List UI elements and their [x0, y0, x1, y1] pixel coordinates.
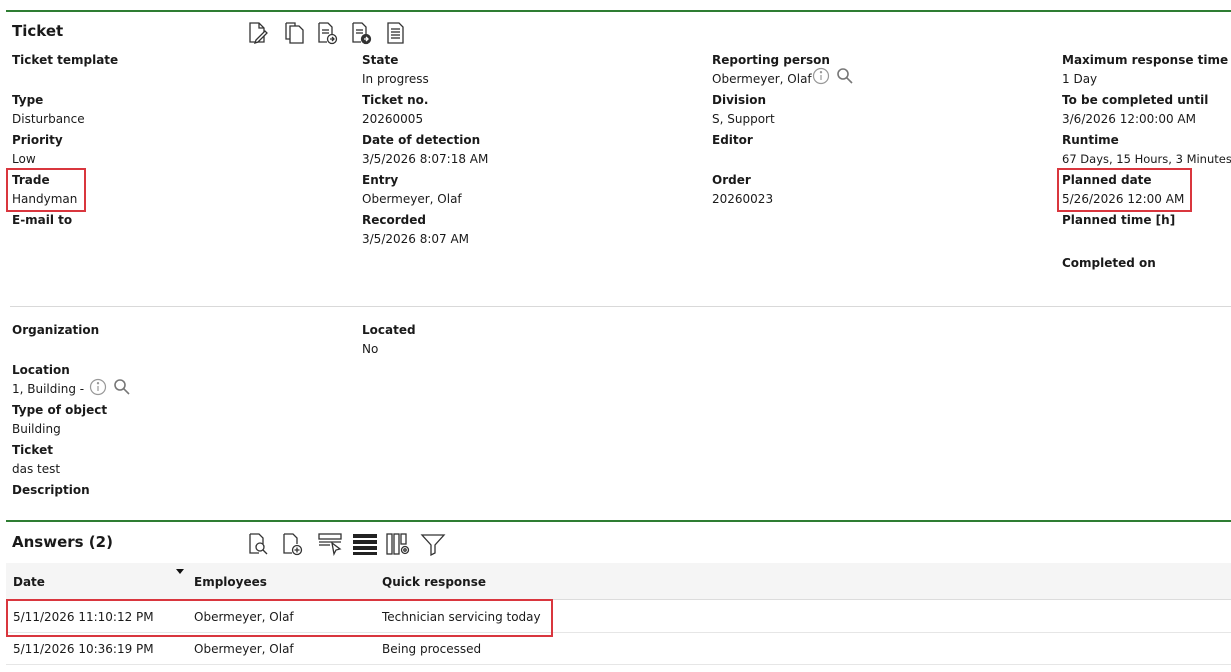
field-value-state: In progress [362, 72, 429, 86]
add-document-icon[interactable] [281, 532, 303, 556]
answers-section-top-border [6, 520, 1231, 522]
cell-quick-response: Being processed [382, 642, 482, 656]
field-value-reporting-person: Obermeyer, Olaf [712, 72, 812, 86]
field-label-ticket-template: Ticket template [12, 53, 119, 67]
field-value-order: 20260023 [712, 192, 774, 206]
field-label-email-to: E-mail to [12, 213, 73, 227]
filter-icon[interactable] [420, 532, 446, 556]
field-label-priority: Priority [12, 133, 63, 147]
field-value-maximum-response-time: 1 Day [1062, 72, 1098, 86]
field-label-entry: Entry [362, 173, 399, 187]
sort-descending-icon[interactable] [176, 569, 184, 574]
field-label-ticket-no: Ticket no. [362, 93, 429, 107]
document-forward-alt-icon[interactable] [350, 21, 372, 45]
field-label-order: Order [712, 173, 751, 187]
field-label-reporting-person: Reporting person [712, 53, 830, 67]
field-label-state: State [362, 53, 399, 67]
field-label-completed-on: Completed on [1062, 256, 1156, 270]
ticket-section-title: Ticket [12, 22, 64, 40]
field-label-division: Division [712, 93, 767, 107]
column-header-employees[interactable]: Employees [194, 575, 267, 589]
field-label-runtime: Runtime [1062, 133, 1119, 147]
field-label-planned-time: Planned time [h] [1062, 213, 1176, 227]
field-value-division: S, Support [712, 112, 775, 126]
field-value-priority: Low [12, 152, 36, 166]
field-label-location: Location [12, 363, 70, 377]
column-header-date[interactable]: Date [13, 575, 45, 589]
field-label-type: Type [12, 93, 44, 107]
field-label-date-of-detection: Date of detection [362, 133, 481, 147]
document-forward-icon[interactable] [316, 21, 338, 45]
column-header-quick-response[interactable]: Quick response [382, 575, 486, 589]
field-value-ticket: das test [12, 462, 61, 476]
field-value-entry: Obermeyer, Olaf [362, 192, 462, 206]
field-label-maximum-response-time: Maximum response time [1062, 53, 1229, 67]
answers-table-header: Date Employees Quick response [6, 563, 1231, 600]
cell-employee: Obermeyer, Olaf [194, 642, 294, 656]
field-value-location: 1, Building - [12, 382, 85, 396]
edit-document-icon[interactable] [247, 21, 269, 45]
trade-highlight-box [6, 168, 86, 212]
field-value-date-of-detection: 3/5/2026 8:07:18 AM [362, 152, 489, 166]
field-value-recorded: 3/5/2026 8:07 AM [362, 232, 470, 246]
view-details-icon[interactable] [247, 532, 269, 556]
field-label-type-of-object: Type of object [12, 403, 108, 417]
field-label-recorded: Recorded [362, 213, 426, 227]
document-text-icon[interactable] [385, 21, 407, 45]
location-info-icon[interactable] [89, 378, 107, 396]
field-label-to-be-completed-until: To be completed until [1062, 93, 1209, 107]
field-label-organization: Organization [12, 323, 100, 337]
field-label-ticket: Ticket [12, 443, 53, 457]
field-label-editor: Editor [712, 133, 753, 147]
field-label-description: Description [12, 483, 90, 497]
info-icon[interactable] [812, 67, 830, 85]
field-value-to-be-completed-until: 3/6/2026 12:00:00 AM [1062, 112, 1196, 126]
select-row-icon[interactable] [318, 532, 344, 556]
field-value-type: Disturbance [12, 112, 85, 126]
ticket-section-top-border [6, 10, 1231, 12]
field-label-located: Located [362, 323, 416, 337]
cell-date: 5/11/2026 10:36:19 PM [13, 642, 154, 656]
field-value-located: No [362, 342, 379, 356]
copy-document-icon[interactable] [283, 21, 305, 45]
planned-date-highlight-box [1057, 168, 1192, 212]
field-value-type-of-object: Building [12, 422, 61, 436]
field-value-ticket-no: 20260005 [362, 112, 424, 126]
column-settings-icon[interactable] [386, 532, 412, 556]
section-divider [10, 306, 1231, 307]
table-row[interactable]: 5/11/2026 10:36:19 PM Obermeyer, Olaf Be… [6, 632, 1231, 665]
search-icon[interactable] [836, 67, 854, 85]
list-view-icon[interactable] [352, 532, 378, 556]
answers-section-title: Answers (2) [12, 533, 113, 551]
location-search-icon[interactable] [113, 378, 131, 396]
field-value-runtime: 67 Days, 15 Hours, 3 Minutes [1062, 152, 1231, 166]
